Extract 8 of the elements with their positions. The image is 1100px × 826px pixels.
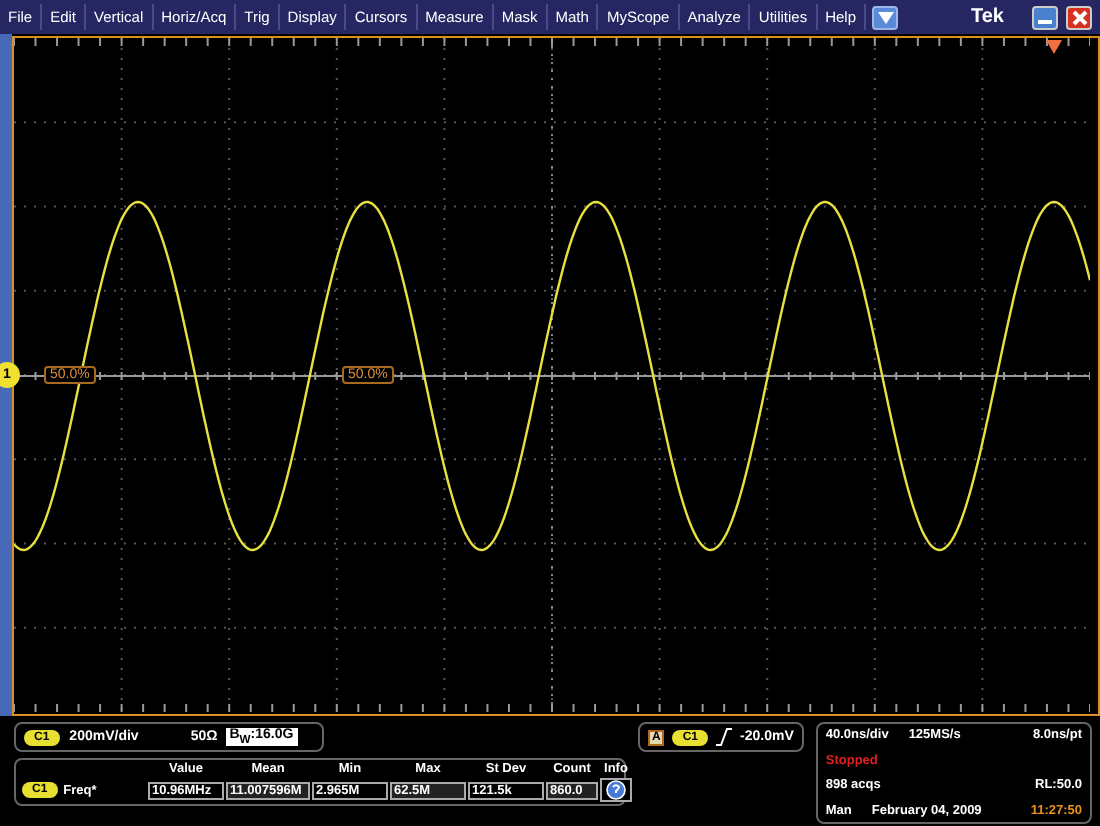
caret-icon: [877, 11, 894, 23]
dropdown-button[interactable]: [872, 5, 899, 29]
info-icon[interactable]: [606, 780, 626, 800]
trigger-position-icon: [1046, 40, 1062, 54]
minimize-button[interactable]: [1032, 5, 1058, 29]
rising-edge-icon: [716, 728, 733, 746]
close-button[interactable]: [1066, 5, 1092, 29]
brand-logo: Tek: [971, 6, 1004, 28]
